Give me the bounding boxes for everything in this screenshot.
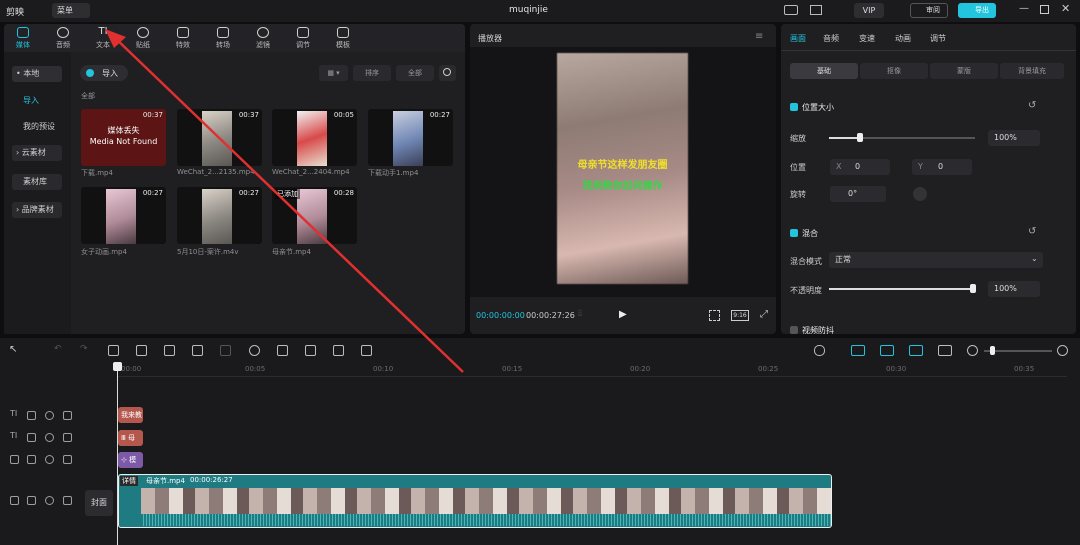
annotation-arrow: [105, 29, 464, 373]
